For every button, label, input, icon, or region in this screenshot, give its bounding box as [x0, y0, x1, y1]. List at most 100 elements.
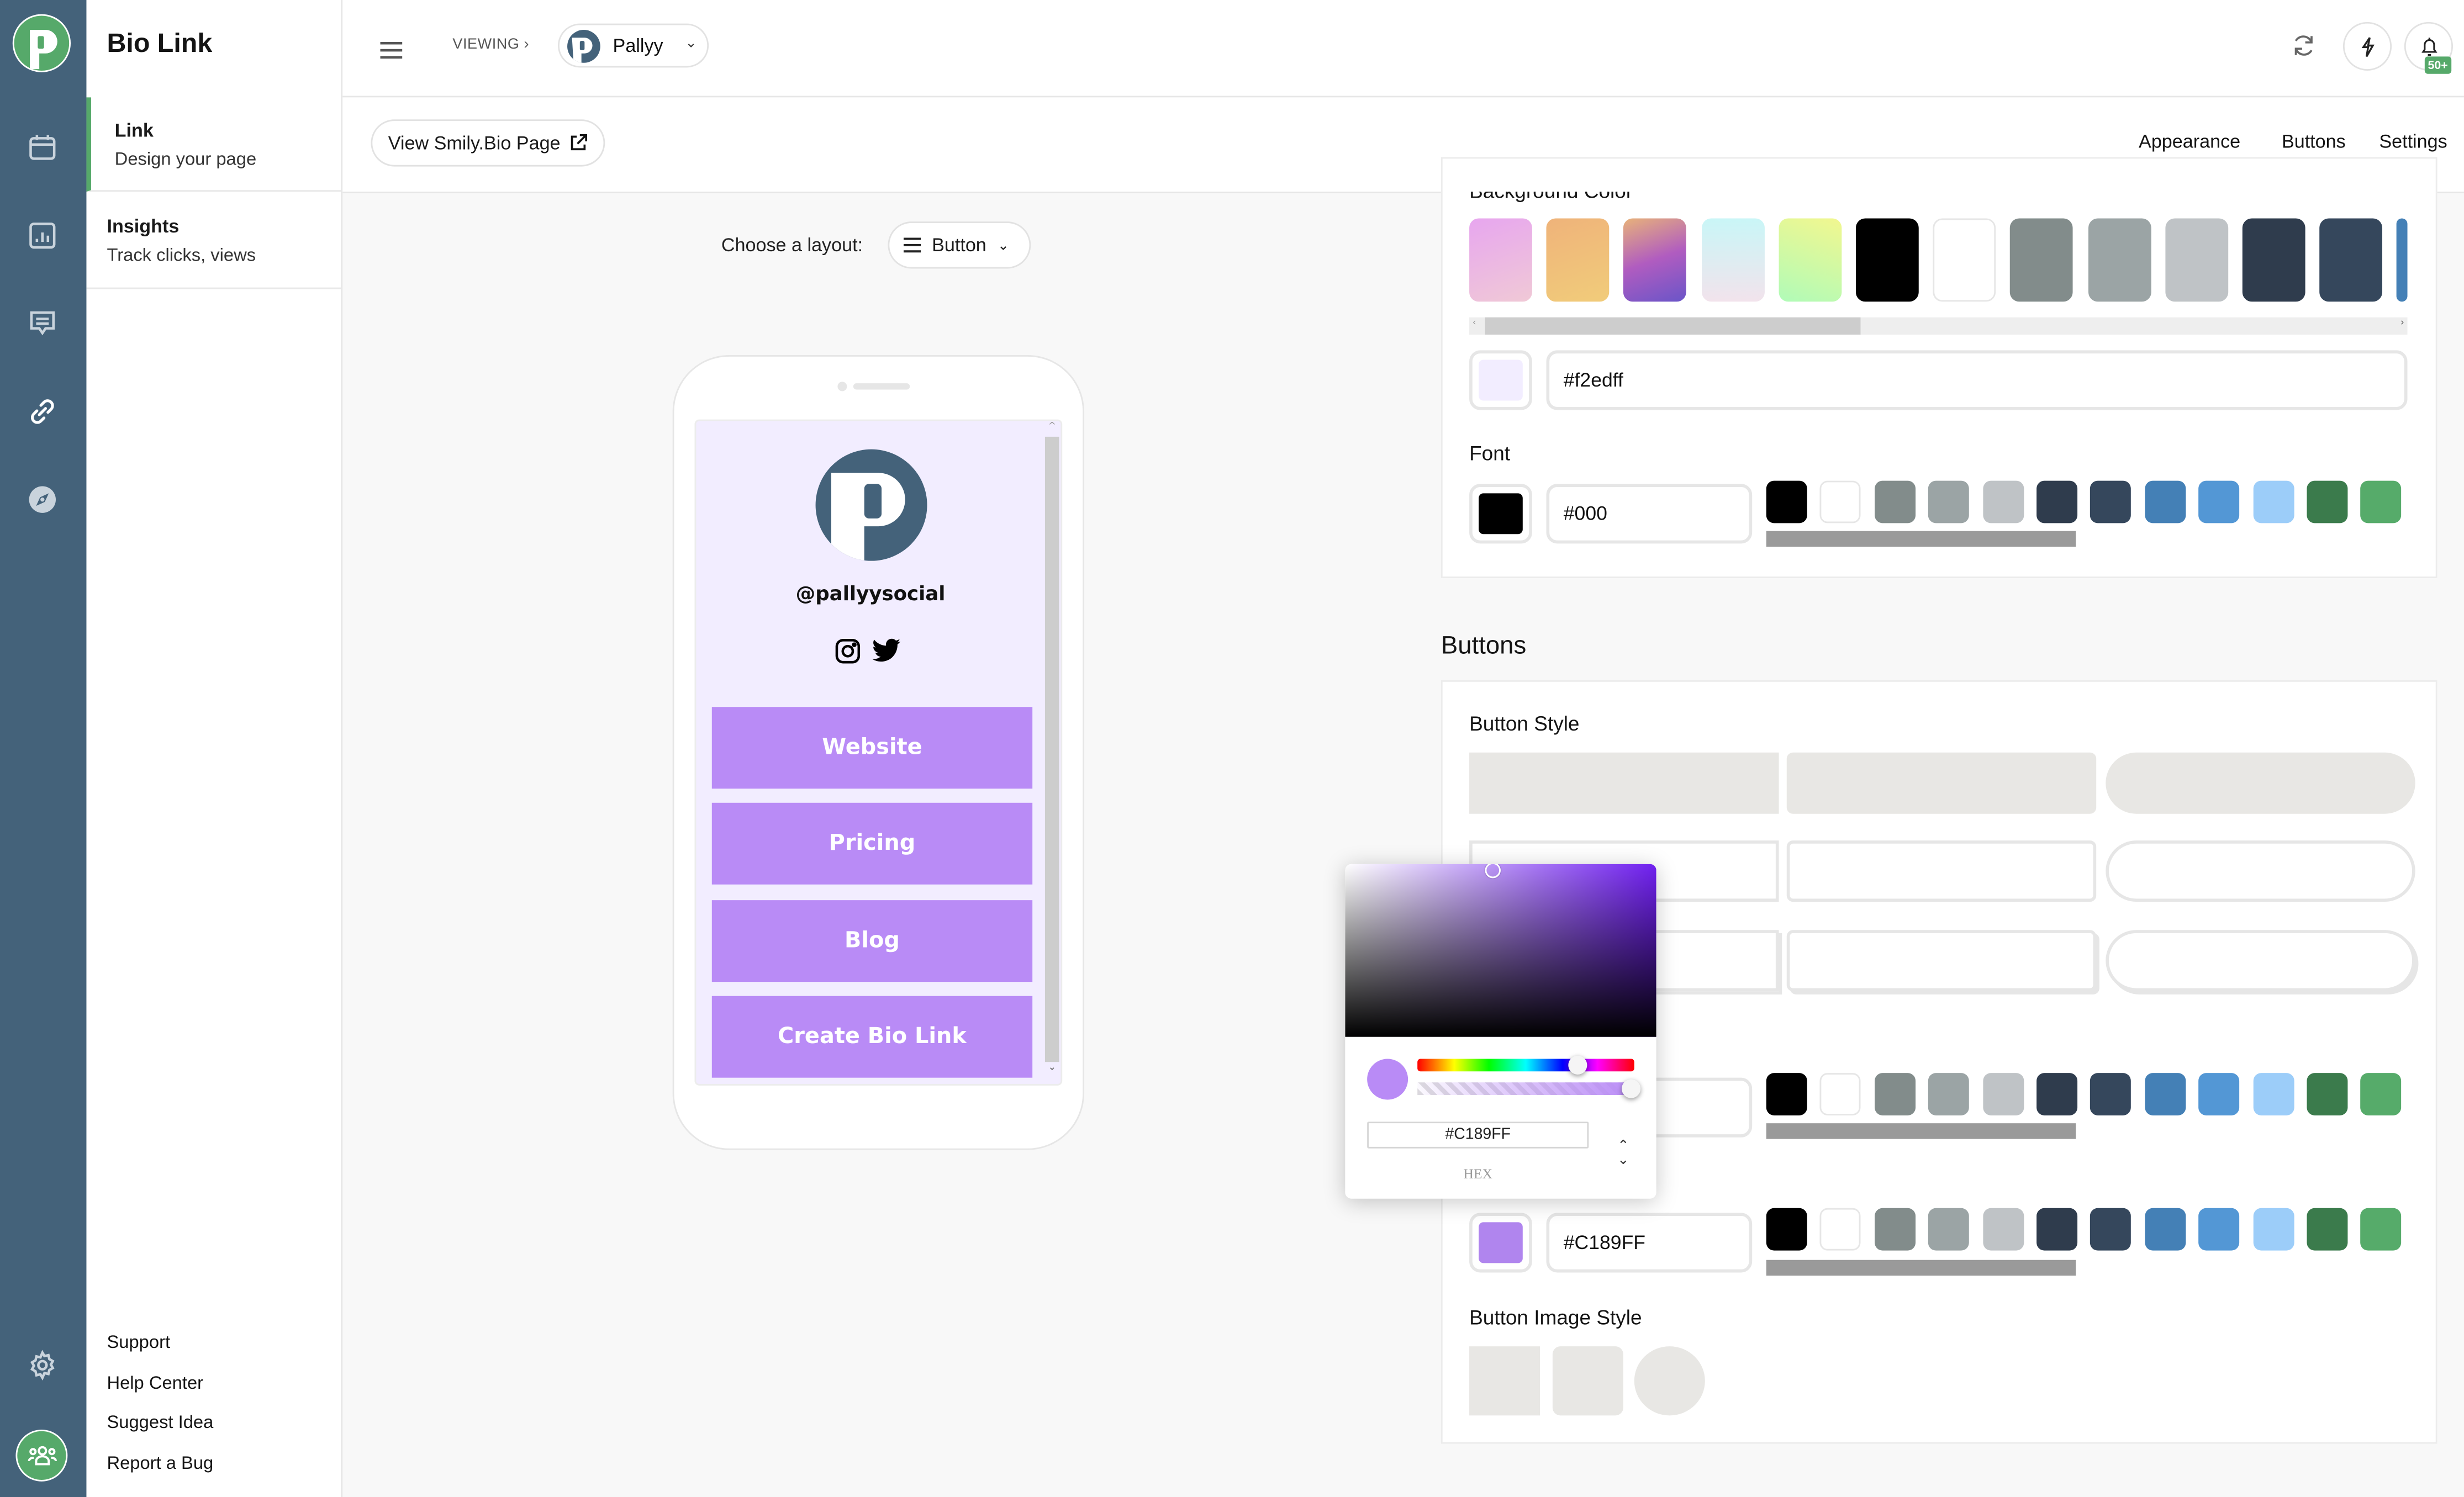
preview-link-button[interactable]: Blog [711, 900, 1033, 982]
help-center-link[interactable]: Help Center [107, 1374, 203, 1393]
image-style-circle[interactable] [1634, 1346, 1705, 1416]
button-style-filled-pill[interactable] [2106, 752, 2415, 814]
background-swatch[interactable] [2397, 218, 2408, 302]
suggest-idea-link[interactable]: Suggest Idea [107, 1414, 213, 1433]
button-style-filled-square[interactable] [1469, 752, 1779, 814]
button-font-palette-scrollbar[interactable] [1766, 1123, 2076, 1139]
preview-link-button[interactable]: Pricing [711, 802, 1033, 885]
tab-settings[interactable]: Settings [2379, 130, 2447, 152]
lightning-button[interactable] [2342, 22, 2392, 71]
background-swatch[interactable] [1469, 218, 1532, 302]
font-palette-swatch[interactable] [2307, 480, 2348, 523]
font-palette-scrollbar[interactable] [1766, 531, 2076, 547]
button-font-palette-swatch[interactable] [1766, 1073, 1807, 1115]
compass-icon[interactable] [22, 479, 63, 520]
link-icon[interactable] [22, 391, 63, 432]
background-swatch[interactable] [2165, 218, 2228, 302]
hex-input[interactable]: #C189FF [1367, 1122, 1589, 1149]
font-palette-swatch[interactable] [1766, 480, 1807, 523]
background-swatch[interactable] [1547, 218, 1610, 302]
button-style-filled-rounded[interactable] [1786, 752, 2097, 814]
swatch-scrollbar[interactable]: ‹ › [1469, 317, 2408, 335]
tab-buttons[interactable]: Buttons [2282, 130, 2346, 152]
format-toggle[interactable]: ⌃ ⌄ [1612, 1140, 1634, 1172]
sidebar-item-link[interactable]: Link Design your page [86, 97, 341, 192]
layout-select[interactable]: Button ⌄ [888, 221, 1031, 269]
background-swatch[interactable] [2242, 218, 2305, 302]
button-color-palette-scrollbar[interactable] [1766, 1260, 2076, 1276]
instagram-icon[interactable] [835, 638, 861, 664]
button-color-palette-swatch[interactable] [2307, 1208, 2348, 1251]
twitter-icon[interactable] [872, 638, 901, 663]
button-color-input[interactable]: #C189FF [1546, 1213, 1753, 1273]
font-palette-swatch[interactable] [1874, 480, 1916, 523]
background-swatch[interactable] [1623, 218, 1687, 302]
alpha-slider-handle[interactable] [1622, 1079, 1641, 1098]
background-color-input[interactable]: #f2edff [1546, 350, 2408, 410]
report-bug-link[interactable]: Report a Bug [107, 1454, 213, 1473]
scroll-left-arrow[interactable]: ‹ [1473, 318, 1476, 329]
saturation-value-area[interactable] [1345, 864, 1656, 1037]
font-palette-swatch[interactable] [2036, 480, 2078, 523]
button-font-palette-swatch[interactable] [1982, 1073, 2024, 1115]
font-color-input[interactable]: #000 [1546, 484, 1753, 544]
hue-slider-handle[interactable] [1568, 1055, 1587, 1075]
button-color-palette-swatch[interactable] [1820, 1208, 1861, 1251]
tab-appearance[interactable]: Appearance [2139, 130, 2240, 152]
button-font-palette-swatch[interactable] [2198, 1073, 2240, 1115]
button-font-palette-swatch[interactable] [2090, 1073, 2131, 1115]
background-swatch[interactable] [1933, 218, 1996, 302]
font-palette-swatch[interactable] [2252, 480, 2294, 523]
alpha-slider[interactable] [1417, 1082, 1634, 1095]
button-style-outline-pill[interactable] [2106, 840, 2415, 902]
button-color-preview[interactable] [1469, 1213, 1532, 1273]
menu-icon[interactable] [380, 36, 403, 59]
button-font-palette-swatch[interactable] [1874, 1073, 1916, 1115]
view-page-button[interactable]: View Smily.Bio Page [371, 119, 605, 167]
button-color-palette-swatch[interactable] [1874, 1208, 1916, 1251]
account-switcher[interactable]: Pallyy ⌄ [557, 23, 709, 68]
sidebar-item-insights[interactable]: Insights Track clicks, views [86, 193, 341, 289]
button-font-palette-swatch[interactable] [1928, 1073, 1970, 1115]
background-swatch[interactable] [2087, 218, 2151, 302]
button-style-shadow-rounded[interactable] [1786, 930, 2097, 992]
font-palette-swatch[interactable] [2361, 480, 2402, 523]
button-color-palette-swatch[interactable] [1982, 1208, 2024, 1251]
button-font-palette-swatch[interactable] [2307, 1073, 2348, 1115]
font-palette-swatch[interactable] [2198, 480, 2240, 523]
logo-icon[interactable] [12, 14, 71, 72]
button-color-palette-swatch[interactable] [2361, 1208, 2402, 1251]
preview-link-button[interactable]: Website [711, 707, 1033, 789]
button-color-palette-swatch[interactable] [2090, 1208, 2131, 1251]
preview-scrollbar[interactable] [1044, 436, 1059, 1062]
button-font-palette-swatch[interactable] [1820, 1073, 1861, 1115]
refresh-icon[interactable] [2291, 33, 2317, 59]
button-style-outline-rounded[interactable] [1786, 840, 2097, 902]
font-palette-swatch[interactable] [1928, 480, 1970, 523]
team-icon[interactable] [15, 1429, 68, 1482]
font-palette-swatch[interactable] [1982, 480, 2024, 523]
button-font-palette-swatch[interactable] [2144, 1073, 2186, 1115]
image-style-rounded[interactable] [1552, 1346, 1623, 1416]
swatch-scrollbar-thumb[interactable] [1485, 317, 1861, 335]
font-color-preview[interactable] [1469, 484, 1532, 544]
font-palette-swatch[interactable] [1820, 480, 1861, 523]
button-color-palette-swatch[interactable] [2252, 1208, 2294, 1251]
button-color-palette-swatch[interactable] [2036, 1208, 2078, 1251]
background-swatch[interactable] [1701, 218, 1764, 302]
button-color-palette-swatch[interactable] [1928, 1208, 1970, 1251]
font-palette-swatch[interactable] [2144, 480, 2186, 523]
button-font-palette-swatch[interactable] [2361, 1073, 2402, 1115]
background-color-preview[interactable] [1469, 350, 1532, 410]
gear-icon[interactable] [22, 1345, 63, 1385]
button-color-palette-swatch[interactable] [2198, 1208, 2240, 1251]
scroll-right-arrow[interactable]: › [2400, 318, 2404, 329]
background-swatch[interactable] [2010, 218, 2073, 302]
scroll-down-arrow[interactable]: ⌄ [1045, 1062, 1059, 1084]
background-swatch[interactable] [1778, 218, 1842, 302]
button-color-palette-swatch[interactable] [1766, 1208, 1807, 1251]
calendar-icon[interactable] [22, 127, 63, 168]
font-palette-swatch[interactable] [2090, 480, 2131, 523]
button-style-shadow-pill[interactable] [2106, 930, 2415, 992]
button-font-palette-swatch[interactable] [2036, 1073, 2078, 1115]
